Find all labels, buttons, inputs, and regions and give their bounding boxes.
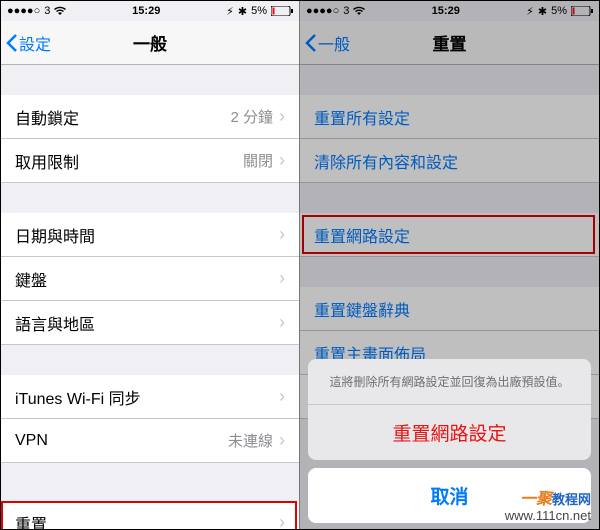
battery-percent: 5% — [551, 5, 567, 17]
wifi-icon — [54, 6, 66, 16]
chevron-right-icon: › — [279, 312, 285, 333]
row-label: 重置鍵盤辭典 — [314, 297, 410, 321]
clock-label: 15:29 — [132, 5, 160, 17]
row-value: 關閉 — [243, 150, 273, 171]
carrier-label: 3 — [44, 5, 50, 17]
back-label: 一般 — [318, 31, 350, 55]
row-label: 重置所有設定 — [314, 105, 410, 129]
sheet-message: 這將刪除所有網路設定並回復為出廠預設值。 — [308, 359, 591, 405]
row-auto-lock[interactable]: 自動鎖定 2 分鐘 › — [1, 95, 299, 139]
row-value: 2 分鐘 — [230, 106, 273, 127]
row-label: 日期與時間 — [15, 223, 95, 247]
row-label: 重置 — [15, 511, 47, 530]
row-restrictions[interactable]: 取用限制 關閉 › — [1, 139, 299, 183]
row-erase-all[interactable]: 清除所有內容和設定 — [300, 139, 599, 183]
chevron-right-icon: › — [279, 512, 285, 530]
back-button[interactable]: 一般 — [300, 31, 350, 55]
row-label: 清除所有內容和設定 — [314, 149, 458, 173]
chevron-left-icon — [5, 33, 19, 53]
bluetooth-icon: ✱ — [238, 5, 247, 18]
back-button[interactable]: 設定 — [1, 31, 51, 55]
row-label: 鍵盤 — [15, 267, 47, 291]
battery-icon — [271, 6, 293, 16]
sheet-cancel-button[interactable]: 取消 — [308, 468, 591, 523]
row-itunes-wifi[interactable]: iTunes Wi-Fi 同步 › — [1, 375, 299, 419]
battery-icon — [571, 6, 593, 16]
chevron-left-icon — [304, 33, 318, 53]
row-label: VPN — [15, 432, 48, 450]
back-label: 設定 — [19, 31, 51, 55]
row-vpn[interactable]: VPN 未連線 › — [1, 419, 299, 463]
chevron-right-icon: › — [279, 224, 285, 245]
row-reset[interactable]: 重置 › — [1, 501, 299, 530]
left-screenshot: ●●●●○ 3 15:29 ⚡︎ ✱ 5% 設定 — [1, 1, 300, 530]
row-label: 自動鎖定 — [15, 105, 79, 129]
sheet-destructive-button[interactable]: 重置網路設定 — [308, 405, 591, 460]
row-value: 未連線 — [228, 430, 273, 451]
row-reset-keyboard-dict[interactable]: 重置鍵盤辭典 — [300, 287, 599, 331]
signal-dots-icon: ●●●●○ — [306, 5, 339, 17]
action-sheet: 這將刪除所有網路設定並回復為出廠預設值。 重置網路設定 取消 — [300, 351, 599, 530]
chevron-right-icon: › — [279, 106, 285, 127]
battery-percent: 5% — [251, 5, 267, 17]
alarm-icon: ⚡︎ — [226, 5, 234, 18]
row-date-time[interactable]: 日期與時間 › — [1, 213, 299, 257]
alarm-icon: ⚡︎ — [526, 5, 534, 18]
status-bar: ●●●●○ 3 15:29 ⚡︎ ✱ 5% — [300, 1, 599, 21]
nav-bar: 設定 一般 — [1, 21, 299, 65]
row-label: 取用限制 — [15, 149, 79, 173]
carrier-label: 3 — [343, 5, 349, 17]
nav-bar: 一般 重置 — [300, 21, 599, 65]
row-reset-network[interactable]: 重置網路設定 — [300, 213, 599, 257]
row-language[interactable]: 語言與地區 › — [1, 301, 299, 345]
right-screenshot: ●●●●○ 3 15:29 ⚡︎ ✱ 5% 一般 — [300, 1, 599, 530]
chevron-right-icon: › — [279, 268, 285, 289]
chevron-right-icon: › — [279, 150, 285, 171]
row-label: iTunes Wi-Fi 同步 — [15, 385, 141, 409]
signal-dots-icon: ●●●●○ — [7, 5, 40, 17]
bluetooth-icon: ✱ — [538, 5, 547, 18]
row-label: 語言與地區 — [15, 311, 95, 335]
settings-list: 自動鎖定 2 分鐘 › 取用限制 關閉 › 日期與時間 › 鍵盤 › 語言與地區 › — [1, 65, 299, 530]
row-keyboard[interactable]: 鍵盤 › — [1, 257, 299, 301]
chevron-right-icon: › — [279, 430, 285, 451]
row-label: 重置網路設定 — [314, 223, 410, 247]
wifi-icon — [353, 6, 365, 16]
status-bar: ●●●●○ 3 15:29 ⚡︎ ✱ 5% — [1, 1, 299, 21]
chevron-right-icon: › — [279, 386, 285, 407]
row-reset-all-settings[interactable]: 重置所有設定 — [300, 95, 599, 139]
clock-label: 15:29 — [432, 5, 460, 17]
